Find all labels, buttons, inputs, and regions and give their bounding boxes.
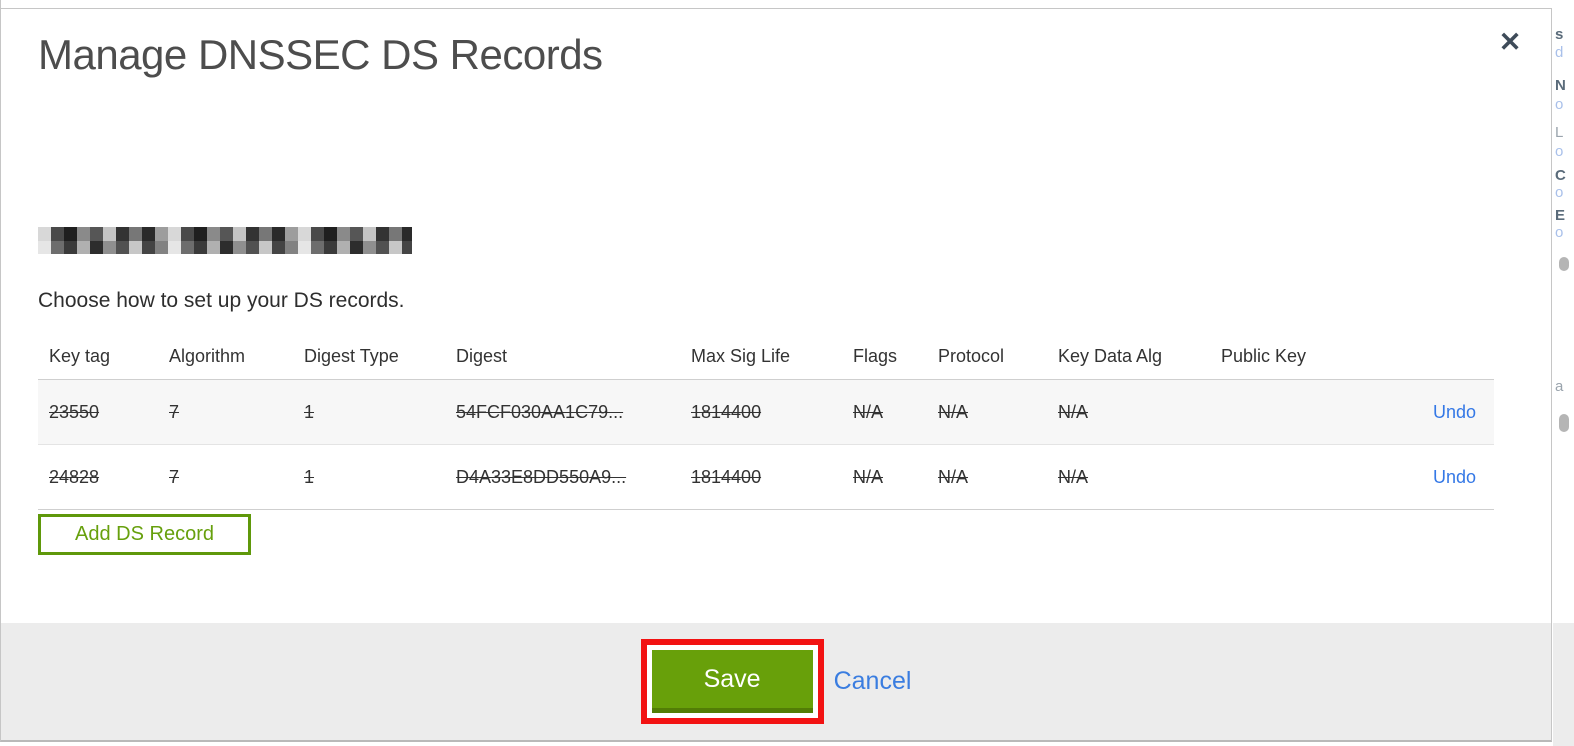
cell-flags: N/A — [853, 466, 884, 487]
cell-actions: Undo — [1417, 467, 1494, 488]
edge-text-fragment: o — [1555, 224, 1564, 241]
col-header-max-sig-life: Max Sig Life — [691, 346, 791, 366]
cell-actions: Undo — [1417, 402, 1494, 423]
manage-dnssec-dialog: Manage DNSSEC DS Records ✕ Choose how to… — [0, 8, 1552, 742]
ds-records-table: Key tag Algorithm Digest Type Digest Max… — [38, 334, 1494, 510]
col-header-protocol: Protocol — [938, 346, 1005, 366]
edge-scrollbar-fragment — [1559, 257, 1569, 271]
redacted-domain-name — [38, 227, 412, 254]
col-header-public-key: Public Key — [1221, 346, 1307, 366]
dialog-title: Manage DNSSEC DS Records — [38, 31, 603, 78]
redaction-pixels — [38, 241, 412, 254]
close-icon[interactable]: ✕ — [1493, 25, 1527, 59]
col-header-algorithm: Algorithm — [169, 346, 246, 366]
edge-text-fragment: a — [1555, 378, 1564, 395]
col-header-digest: Digest — [456, 346, 508, 366]
edge-text-fragment: L — [1555, 124, 1564, 141]
cell-digest: 54FCF030AA1C79... — [456, 401, 624, 422]
edge-scrollbar-fragment — [1559, 414, 1569, 432]
col-header-digest-type: Digest Type — [304, 346, 399, 366]
table-header-row: Key tag Algorithm Digest Type Digest Max… — [38, 334, 1494, 380]
cell-key-tag: 23550 — [49, 401, 100, 422]
edge-text-fragment: d — [1555, 44, 1564, 61]
undo-link[interactable]: Undo — [1433, 467, 1476, 487]
cell-digest: D4A33E8DD550A9... — [456, 466, 627, 487]
cell-protocol: N/A — [938, 401, 969, 422]
cell-flags: N/A — [853, 401, 884, 422]
cancel-link[interactable]: Cancel — [834, 667, 912, 696]
undo-link[interactable]: Undo — [1433, 402, 1476, 422]
modal-border-segment — [0, 0, 1, 8]
col-header-key-data-alg: Key Data Alg — [1058, 346, 1163, 366]
cell-protocol: N/A — [938, 466, 969, 487]
cell-algorithm: 7 — [169, 401, 180, 422]
cell-max-sig-life: 1814400 — [691, 466, 762, 487]
screen: s d N o L o C o E o a Manage DNSSEC DS R… — [0, 0, 1574, 746]
col-header-key-tag: Key tag — [49, 346, 111, 366]
background-page-edge: s d N o L o C o E o a — [1553, 0, 1574, 746]
intro-text: Choose how to set up your DS records. — [38, 289, 405, 312]
edge-text-fragment: s — [1555, 26, 1564, 43]
cell-digest-type: 1 — [304, 466, 315, 487]
cell-key-data-alg: N/A — [1058, 401, 1089, 422]
edge-text-fragment: o — [1555, 143, 1564, 160]
table-row: 23550 7 1 54FCF030AA1C79... 1814400 N/A … — [38, 380, 1494, 445]
dialog-footer: Save Cancel — [1, 623, 1551, 740]
edge-text-fragment: N — [1555, 77, 1566, 94]
edge-text-fragment: E — [1555, 207, 1566, 224]
annotation-save-highlight: Save — [640, 639, 824, 724]
cell-max-sig-life: 1814400 — [691, 401, 762, 422]
cell-digest-type: 1 — [304, 401, 315, 422]
edge-text-fragment: o — [1555, 96, 1564, 113]
cell-key-tag: 24828 — [49, 466, 100, 487]
background-footer-edge — [1553, 623, 1574, 746]
table-row: 24828 7 1 D4A33E8DD550A9... 1814400 N/A … — [38, 445, 1494, 510]
cell-algorithm: 7 — [169, 466, 180, 487]
edge-text-fragment: C — [1555, 167, 1566, 184]
save-button[interactable]: Save — [651, 650, 813, 713]
edge-text-fragment: o — [1555, 184, 1564, 201]
add-ds-record-button[interactable]: Add DS Record — [38, 514, 251, 555]
redaction-pixels — [38, 227, 412, 241]
col-header-flags: Flags — [853, 346, 898, 366]
cell-key-data-alg: N/A — [1058, 466, 1089, 487]
